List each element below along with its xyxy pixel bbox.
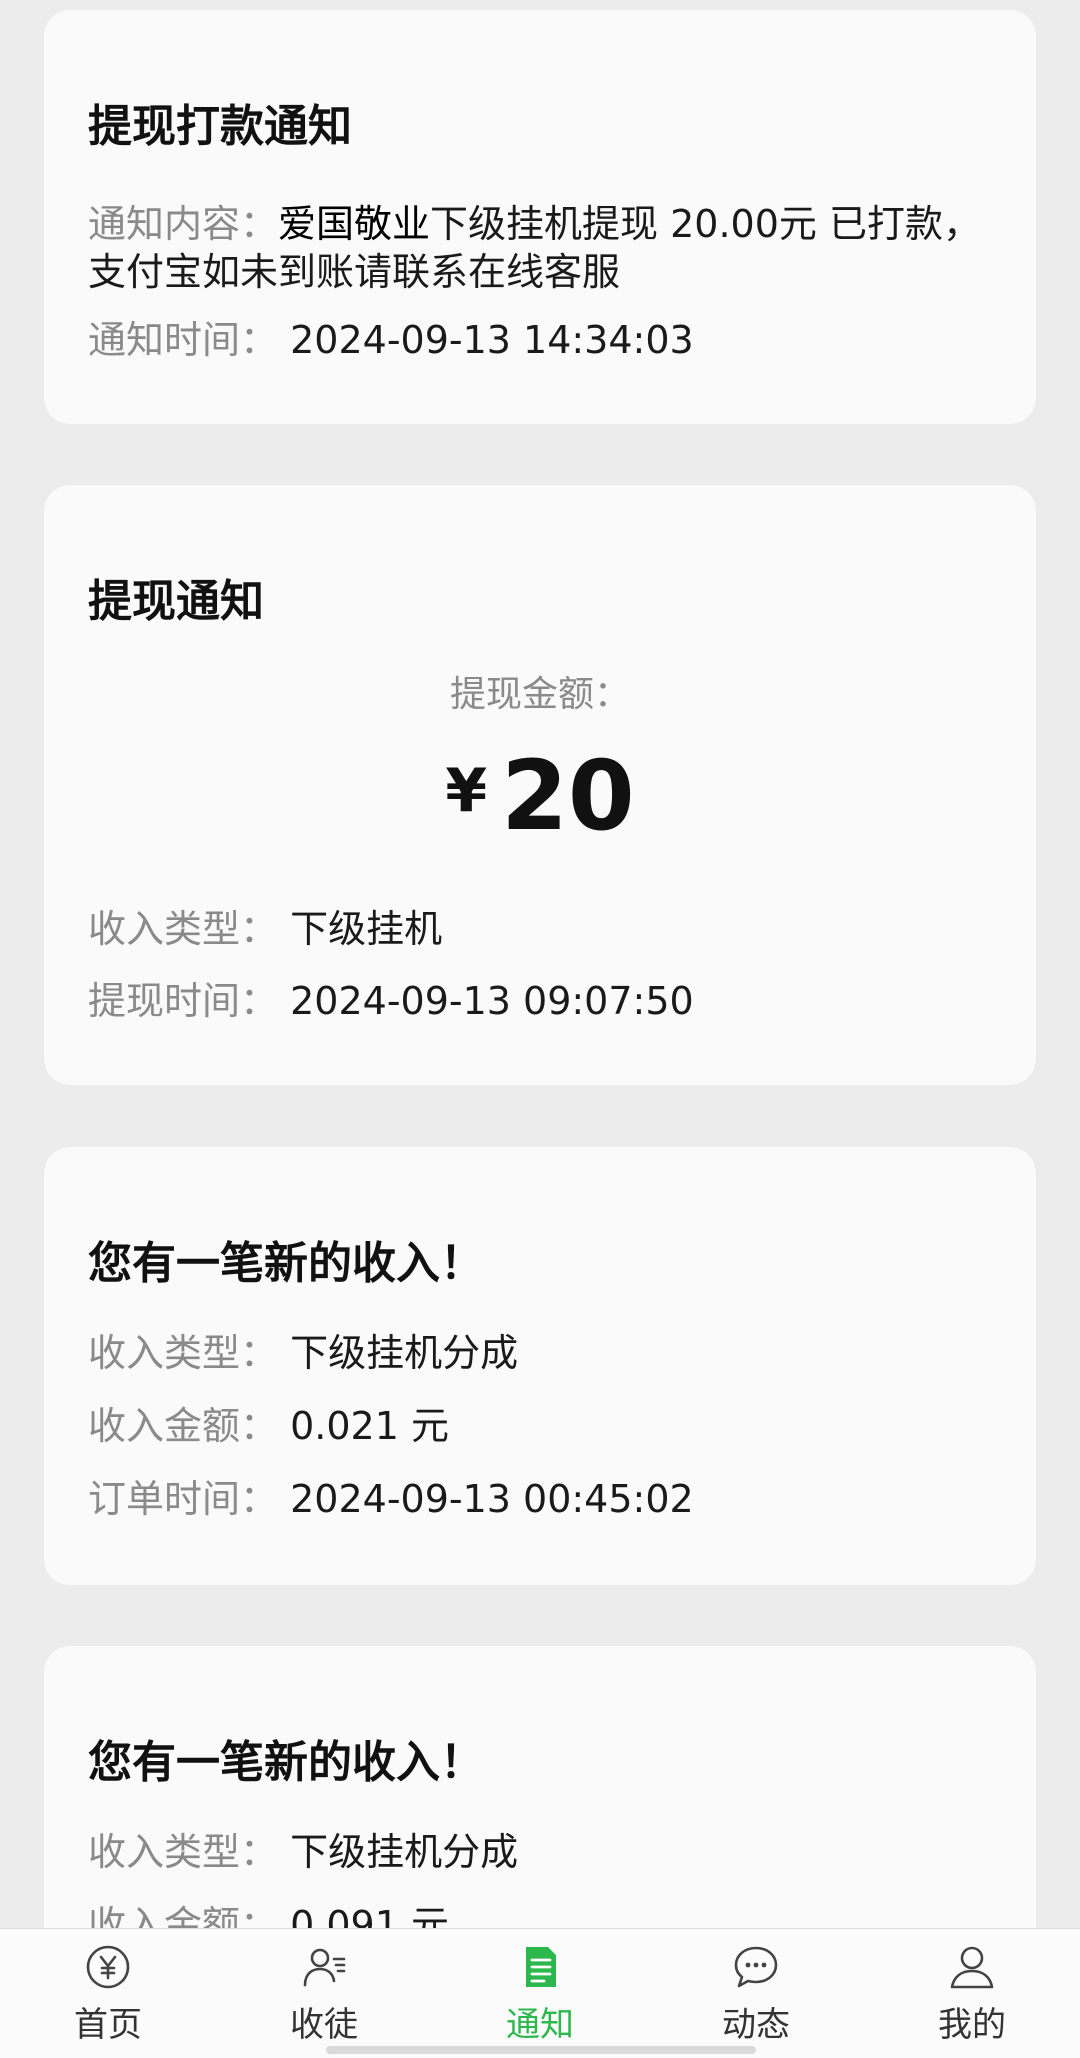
card-title: 您有一笔新的收入！ — [88, 1737, 484, 1788]
tab-label: 动态 — [722, 2005, 790, 2045]
content-highlight: 爱国敬业 — [278, 202, 431, 246]
time-label: 订单时间： — [88, 1477, 279, 1521]
tab-label: 收徒 — [290, 2005, 358, 2045]
income-notice-card[interactable]: 您有一笔新的收入！ 收入类型： 下级挂机分成 收入金额： 0.091 元 — [44, 1646, 1036, 1928]
income-type-row: 收入类型： 下级挂机分成 — [88, 1828, 996, 1876]
card-title: 提现通知 — [88, 576, 264, 627]
withdraw-amount: ¥20 — [44, 740, 1036, 852]
tab-label: 首页 — [74, 2005, 142, 2045]
notification-list[interactable]: 提现打款通知 通知内容：爱国敬业下级挂机提现 20.00元 已打款，支付宝如未到… — [0, 0, 1080, 1928]
content-label: 通知内容： — [88, 202, 279, 246]
withdraw-notice-card[interactable]: 提现通知 提现金额： ¥20 收入类型： 下级挂机 提现时间： 2024-09-… — [44, 485, 1036, 1085]
type-value: 下级挂机分成 — [290, 1331, 519, 1375]
amount-value: 20 — [501, 740, 635, 852]
notice-content-row: 通知内容：爱国敬业下级挂机提现 20.00元 已打款，支付宝如未到账请联系在线客… — [88, 200, 996, 296]
type-value: 下级挂机分成 — [290, 1830, 519, 1874]
time-label: 通知时间： — [88, 318, 279, 362]
amount-value: 0.091 元 — [290, 1903, 449, 1928]
amount-label: 收入金额： — [88, 1903, 279, 1928]
type-value: 下级挂机 — [290, 907, 443, 951]
bottom-tab-bar: 首页 收徒 通知 动态 我的 — [0, 1928, 1080, 2058]
time-value: 2024-09-13 09:07:50 — [290, 979, 694, 1023]
tab-recruit[interactable]: 收徒 — [216, 1929, 432, 2058]
add-user-icon — [303, 1948, 346, 1987]
tab-moments[interactable]: 动态 — [648, 1929, 864, 2058]
withdraw-time-row: 提现时间： 2024-09-13 09:07:50 — [88, 977, 996, 1025]
income-type-row: 收入类型： 下级挂机 — [88, 905, 996, 953]
document-icon — [526, 1947, 556, 1987]
card-title: 提现打款通知 — [88, 101, 352, 152]
order-time-row: 订单时间： 2024-09-13 00:45:02 — [88, 1475, 996, 1523]
income-amount-row: 收入金额： 0.091 元 — [88, 1901, 996, 1928]
amount-value: 0.021 元 — [290, 1404, 449, 1448]
withdraw-amount-label: 提现金额： — [449, 674, 630, 715]
type-label: 收入类型： — [88, 1331, 279, 1375]
person-icon — [950, 1946, 994, 1989]
time-label: 提现时间： — [88, 979, 279, 1023]
yen-coin-icon — [86, 1945, 130, 1989]
time-value: 2024-09-13 14:34:03 — [290, 318, 694, 362]
income-amount-row: 收入金额： 0.021 元 — [88, 1402, 996, 1450]
tab-notify[interactable]: 通知 — [432, 1929, 648, 2058]
type-label: 收入类型： — [88, 907, 279, 951]
chat-bubble-icon — [734, 1946, 778, 1988]
notice-time-row: 通知时间： 2024-09-13 14:34:03 — [88, 316, 996, 364]
time-value: 2024-09-13 00:45:02 — [290, 1477, 694, 1521]
tab-home[interactable]: 首页 — [0, 1929, 216, 2058]
amount-label: 收入金额： — [88, 1404, 279, 1448]
income-notice-card[interactable]: 您有一笔新的收入！ 收入类型： 下级挂机分成 收入金额： 0.021 元 订单时… — [44, 1147, 1036, 1585]
payout-notice-card[interactable]: 提现打款通知 通知内容：爱国敬业下级挂机提现 20.00元 已打款，支付宝如未到… — [44, 10, 1036, 424]
tab-label: 通知 — [506, 2005, 574, 2045]
currency-symbol: ¥ — [445, 756, 488, 826]
home-indicator — [326, 2046, 756, 2054]
tab-mine[interactable]: 我的 — [864, 1929, 1080, 2058]
income-type-row: 收入类型： 下级挂机分成 — [88, 1329, 996, 1377]
tab-label: 我的 — [938, 2005, 1006, 2045]
type-label: 收入类型： — [88, 1830, 279, 1874]
card-title: 您有一笔新的收入！ — [88, 1238, 484, 1289]
